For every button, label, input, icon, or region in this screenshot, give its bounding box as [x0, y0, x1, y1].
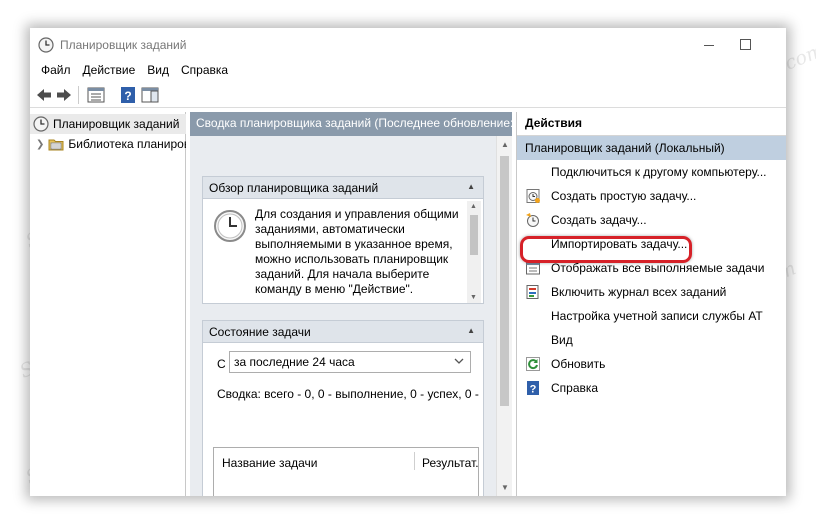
- action-at-service-account[interactable]: Настройка учетной записи службы AT: [517, 304, 786, 328]
- tree-item-task-scheduler[interactable]: Планировщик заданий: [30, 114, 186, 134]
- overview-section-header[interactable]: Обзор планировщика заданий ▲: [203, 177, 483, 199]
- action-label: Создать простую задачу...: [551, 189, 697, 203]
- period-select-value: за последние 24 часа: [234, 355, 355, 369]
- action-view[interactable]: Вид: [517, 328, 786, 352]
- menu-file[interactable]: Файл: [35, 60, 77, 82]
- create-task-icon: [526, 213, 539, 227]
- folder-icon: [48, 139, 64, 151]
- clock-icon: [38, 37, 54, 53]
- actions-pane-title: Действия: [517, 112, 786, 136]
- basic-task-icon: [526, 189, 540, 203]
- action-label: Создать задачу...: [551, 213, 647, 227]
- overview-section: Обзор планировщика заданий ▲ Для создани…: [202, 176, 484, 304]
- overview-section-title: Обзор планировщика заданий: [209, 181, 379, 195]
- history-log-icon: [526, 285, 539, 299]
- column-divider[interactable]: [414, 452, 415, 470]
- menu-bar: Файл Действие Вид Справка: [30, 60, 786, 82]
- action-label: Отображать все выполняемые задачи: [551, 261, 765, 275]
- action-label: Настройка учетной записи службы AT: [551, 309, 763, 323]
- help-icon: ?: [527, 381, 539, 396]
- action-create-basic-task[interactable]: Создать простую задачу...: [517, 184, 786, 208]
- maximize-button[interactable]: [730, 34, 760, 54]
- action-label: Обновить: [551, 357, 606, 371]
- action-label: Справка: [551, 381, 599, 395]
- highlight-annotation: [520, 236, 692, 263]
- tree-item-library[interactable]: ❯ Библиотека планировщика заданий: [30, 134, 186, 154]
- scrollbar-thumb[interactable]: [470, 215, 478, 255]
- action-enable-history[interactable]: Включить журнал всех заданий: [517, 280, 786, 304]
- toolbar: ?: [30, 82, 786, 108]
- scroll-up-icon[interactable]: ▲: [501, 140, 509, 149]
- chevron-right-icon[interactable]: ❯: [36, 139, 44, 150]
- refresh-icon: [526, 357, 540, 371]
- console-tree: Планировщик заданий ❯ Библиотека планиро…: [30, 112, 186, 496]
- back-arrow-icon[interactable]: [34, 85, 54, 105]
- svg-text:?: ?: [124, 89, 131, 103]
- overview-description: Для создания и управления общими задания…: [255, 207, 459, 296]
- scroll-down-icon[interactable]: ▼: [501, 483, 509, 492]
- column-header-task-name[interactable]: Название задачи: [222, 456, 318, 470]
- actions-group-header[interactable]: Планировщик заданий (Локальный): [517, 136, 786, 160]
- clock-icon: [214, 210, 246, 242]
- task-status-section-header[interactable]: Состояние задачи ▲: [203, 321, 483, 343]
- svg-text:?: ?: [530, 384, 537, 396]
- scroll-up-icon[interactable]: ▲: [470, 203, 477, 210]
- summary-pane-scrollbar[interactable]: ▲ ▼: [496, 136, 512, 496]
- action-label: Включить журнал всех заданий: [551, 285, 727, 299]
- overview-scrollbar[interactable]: ▲ ▼: [467, 201, 481, 303]
- menu-action[interactable]: Действие: [77, 60, 142, 82]
- scroll-down-icon[interactable]: ▼: [470, 294, 477, 301]
- toolbar-separator: [78, 86, 79, 104]
- chevron-down-icon: [454, 358, 464, 364]
- collapse-icon[interactable]: ▲: [467, 326, 475, 335]
- action-label: Подключиться к другому компьютеру...: [551, 165, 767, 179]
- action-help[interactable]: ? Справка: [517, 376, 786, 400]
- task-status-section-title: Состояние задачи: [209, 325, 311, 339]
- menu-view[interactable]: Вид: [141, 60, 175, 82]
- scrollbar-thumb[interactable]: [500, 156, 509, 406]
- action-label: Вид: [551, 333, 573, 347]
- summary-pane-header: Сводка планировщика заданий (Последнее о…: [190, 112, 512, 136]
- period-select[interactable]: за последние 24 часа: [229, 351, 471, 373]
- tree-item-label: Библиотека планировщика заданий: [68, 137, 186, 151]
- column-header-result[interactable]: Результат.: [422, 456, 479, 470]
- forward-arrow-icon[interactable]: [54, 85, 74, 105]
- minimize-button[interactable]: [694, 34, 724, 54]
- actions-pane: Действия Планировщик заданий (Локальный)…: [516, 112, 786, 496]
- status-summary: Сводка: всего - 0, 0 - выполнение, 0 - у…: [217, 387, 479, 401]
- title-bar: Планировщик заданий: [30, 28, 786, 60]
- tree-item-label: Планировщик заданий: [53, 117, 180, 131]
- action-connect-computer[interactable]: Подключиться к другому компьютеру...: [517, 160, 786, 184]
- summary-pane-body: Обзор планировщика заданий ▲ Для создани…: [190, 136, 496, 496]
- summary-pane: Сводка планировщика заданий (Последнее о…: [190, 112, 512, 496]
- console-tree-icon[interactable]: [86, 85, 106, 105]
- period-label: С: [217, 357, 226, 371]
- help-icon[interactable]: ?: [118, 85, 138, 105]
- task-scheduler-window: Планировщик заданий Файл Действие Вид Сп…: [30, 28, 786, 496]
- collapse-icon[interactable]: ▲: [467, 182, 475, 191]
- action-refresh[interactable]: Обновить: [517, 352, 786, 376]
- clock-icon: [33, 116, 49, 132]
- action-create-task[interactable]: Создать задачу...: [517, 208, 786, 232]
- task-status-table: Название задачи Результат.: [213, 447, 479, 496]
- window-title: Планировщик заданий: [60, 38, 187, 52]
- menu-help[interactable]: Справка: [175, 60, 234, 82]
- task-status-section: Состояние задачи ▲ С за последние 24 час…: [202, 320, 484, 496]
- action-pane-icon[interactable]: [140, 85, 160, 105]
